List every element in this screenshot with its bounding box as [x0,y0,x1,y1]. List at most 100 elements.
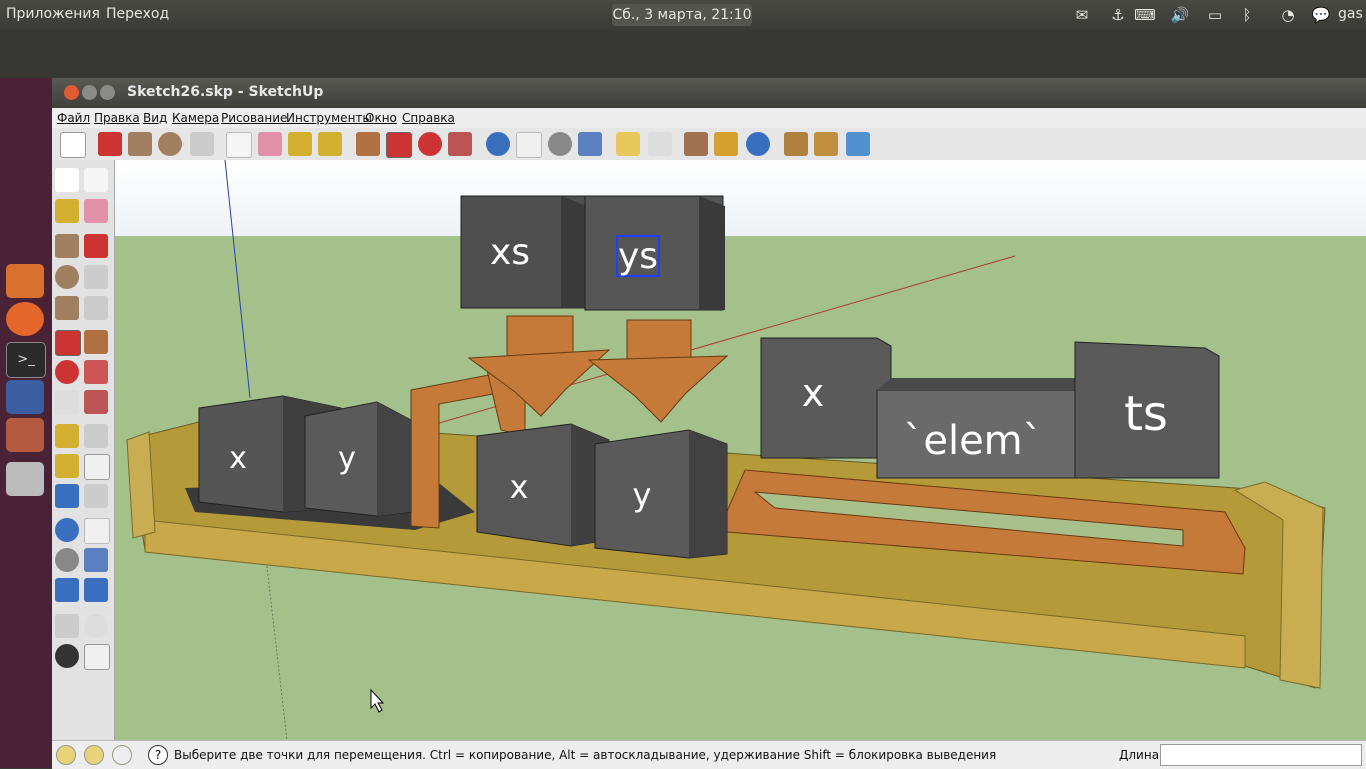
get-models-icon[interactable] [714,132,738,156]
label-x-3: x [802,371,825,415]
protractor-icon[interactable] [55,454,79,478]
goto-menu[interactable]: Переход [106,6,169,22]
circle-icon[interactable] [55,265,79,289]
eraser-icon[interactable] [258,132,282,156]
launcher: >_ [0,78,52,768]
keyboard-icon[interactable]: ⌨ [1134,4,1156,26]
polygon-icon[interactable] [55,296,79,320]
label-ys: ys [618,236,658,277]
component-icon[interactable] [84,168,108,192]
mail-icon[interactable]: ✉ [1071,4,1093,26]
rotate-icon[interactable] [418,132,442,156]
move-icon[interactable] [386,132,412,158]
geolocation-status-icon[interactable] [56,745,76,765]
warehouse-icon[interactable] [684,132,708,156]
components-icon[interactable] [784,132,808,156]
look-around-icon[interactable] [84,614,108,638]
position-camera-icon[interactable] [55,614,79,638]
zoom-extents-icon[interactable] [578,132,602,156]
arc-icon[interactable] [84,265,108,289]
firefox-icon[interactable] [6,302,44,336]
anchor-icon[interactable]: ⚓ [1107,4,1129,26]
pan-icon[interactable] [84,518,110,544]
follow-me-icon[interactable] [84,360,108,384]
menu-window[interactable]: Окно [365,111,397,125]
clock[interactable]: Сб., 3 марта, 21:10 [612,4,752,26]
minimize-icon[interactable] [82,85,97,100]
maximize-icon[interactable] [100,85,115,100]
rectangle-icon[interactable] [128,132,152,156]
menu-file[interactable]: Файл [57,111,90,125]
share-model-icon[interactable] [846,132,870,156]
top-panel: Приложения Переход Сб., 3 марта, 21:10 ✉… [0,0,1366,30]
make-component-icon[interactable] [226,132,252,158]
select-icon[interactable] [55,168,79,192]
battery-icon[interactable]: ▭ [1204,4,1226,26]
follow-me-icon[interactable] [448,132,472,156]
menu-edit[interactable]: Правка [94,111,140,125]
credits-status-icon[interactable] [84,745,104,765]
tape-measure-icon[interactable] [288,132,312,156]
google-status-icon[interactable] [112,745,132,765]
freehand-icon[interactable] [84,296,108,320]
orbit-icon[interactable] [486,132,510,156]
push-pull-icon[interactable] [84,330,108,354]
menu-tools[interactable]: Инструменты [286,111,372,125]
wifi-icon[interactable]: ◔ [1277,4,1299,26]
menu-camera[interactable]: Камера [172,111,219,125]
push-pull-icon[interactable] [356,132,380,156]
dimension-icon[interactable] [84,424,108,448]
drawing-viewport[interactable]: xs ys x y x y x `elem` ts [115,160,1366,740]
tape-measure-icon[interactable] [55,424,79,448]
walk-icon[interactable] [55,644,79,668]
zoom-window-icon[interactable] [84,548,108,572]
terminal-icon[interactable]: >_ [6,342,46,378]
3d-text-icon[interactable] [84,484,108,508]
zoom-icon[interactable] [55,548,79,572]
line-icon[interactable] [84,234,108,258]
anchor-app-icon[interactable] [6,264,44,298]
block-y-1[interactable] [304,401,412,517]
applications-menu[interactable]: Приложения [6,6,100,22]
block-x-2[interactable] [476,423,610,547]
next-view-icon[interactable] [648,132,672,156]
pan-icon[interactable] [516,132,542,158]
menu-view[interactable]: Вид [143,111,167,125]
bluetooth-icon[interactable]: ᛒ [1236,4,1258,26]
trash-icon[interactable] [6,462,44,496]
zoom-icon[interactable] [548,132,572,156]
share-component-icon[interactable] [814,132,838,156]
block-x-3[interactable] [760,337,892,459]
offset-icon[interactable] [84,390,108,414]
sketchup-app-icon[interactable] [6,418,44,452]
paint-bucket-icon[interactable] [318,132,342,156]
previous-view-icon[interactable] [616,132,640,156]
select-icon[interactable] [60,132,86,158]
menu-draw[interactable]: Рисование [221,111,287,125]
chat-icon[interactable]: 💬 [1310,4,1332,26]
paint-bucket-icon[interactable] [55,199,79,223]
geolocation-icon[interactable] [746,132,770,156]
close-icon[interactable] [64,85,79,100]
orbit-icon[interactable] [55,518,79,542]
zoom-extents-icon[interactable] [55,578,79,602]
scale-icon[interactable] [55,390,79,414]
text-icon[interactable] [84,454,110,480]
rotate-icon[interactable] [55,360,79,384]
eraser-icon[interactable] [84,199,108,223]
arc-icon[interactable] [190,132,214,156]
section-plane-icon[interactable] [84,644,110,670]
help-icon[interactable]: ? [148,745,168,765]
length-input[interactable] [1160,744,1362,766]
rectangle-icon[interactable] [55,234,79,258]
menu-help[interactable]: Справка [402,111,455,125]
axes-icon[interactable] [55,484,79,508]
pointer-app-icon[interactable] [6,380,44,414]
block-y-2[interactable] [594,429,728,559]
volume-icon[interactable]: 🔊 [1169,4,1191,26]
user-name[interactable]: gas [1338,6,1363,22]
pencil-icon[interactable] [98,132,122,156]
previous-icon[interactable] [84,578,108,602]
circle-icon[interactable] [158,132,182,156]
move-icon[interactable] [55,330,81,356]
